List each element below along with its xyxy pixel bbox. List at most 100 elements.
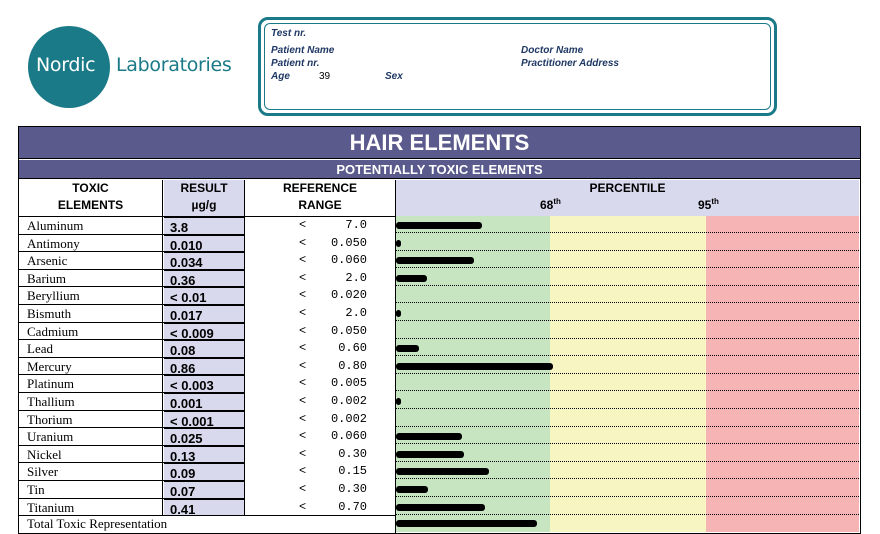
less-than-symbol: < [299, 218, 307, 232]
element-result: < 0.001 [164, 410, 244, 429]
element-result: 0.001 [164, 393, 244, 411]
less-than-symbol: < [299, 411, 307, 426]
element-name: Beryllium [27, 288, 80, 304]
element-name: Bismuth [27, 306, 72, 321]
less-than-symbol: < [299, 499, 307, 514]
element-reference: 0.050 [330, 235, 367, 250]
element-result: 0.010 [164, 234, 244, 253]
element-name: Thorium [27, 411, 73, 427]
table-row: Titanium 0.41 <0.70 [19, 498, 859, 517]
test-nr-label: Test nr. [271, 28, 307, 39]
table-row: Aluminum 3.8 <7.0 [19, 217, 859, 235]
element-result: 0.034 [164, 252, 244, 270]
table-row: Mercury 0.86 <0.80 [19, 357, 859, 376]
element-name: Cadmium [27, 323, 79, 339]
less-than-symbol: < [299, 270, 307, 285]
element-name: Thallium [27, 394, 75, 409]
element-name: Uranium [27, 429, 74, 445]
patient-nr-label: Patient nr. [271, 58, 320, 69]
percentile-95-label: 95th [698, 197, 719, 212]
element-name: Mercury [27, 358, 72, 374]
element-reference: 0.060 [330, 253, 367, 268]
table-row: Beryllium < 0.01 <0.020 [19, 287, 859, 305]
less-than-symbol: < [299, 394, 307, 408]
element-reference: 0.30 [338, 446, 367, 461]
element-result: 0.017 [164, 305, 244, 323]
element-reference: 0.005 [330, 376, 367, 391]
element-result: < 0.003 [164, 375, 244, 393]
element-reference: 0.70 [338, 499, 367, 514]
element-reference: 0.020 [330, 288, 367, 303]
table-row: Thallium 0.001 <0.002 [19, 393, 859, 411]
table-row: Arsenic 0.034 <0.060 [19, 252, 859, 270]
header-result: RESULT µg/g [164, 180, 244, 216]
element-name: Platinum [27, 376, 74, 392]
less-than-symbol: < [299, 376, 307, 391]
less-than-symbol: < [299, 446, 307, 461]
table-row: Antimony 0.010 <0.050 [19, 234, 859, 253]
element-name: Lead [27, 341, 53, 357]
element-name: Barium [27, 270, 66, 286]
less-than-symbol: < [299, 288, 307, 303]
percentile-bar [396, 486, 429, 493]
element-reference: 0.80 [338, 358, 367, 373]
total-row: Total Toxic Representation [19, 515, 859, 533]
element-result: 3.8 [164, 217, 244, 235]
header-percentile: PERCENTILE 68th 95th [396, 180, 859, 216]
element-reference: 7.0 [345, 218, 367, 232]
table-row: Silver 0.09 <0.15 [19, 463, 859, 481]
practitioner-address-label: Practitioner Address [521, 58, 619, 69]
less-than-symbol: < [299, 358, 307, 373]
element-result: 0.09 [164, 463, 244, 481]
percentile-bar [396, 345, 420, 353]
percentile-bar [396, 503, 486, 511]
patient-name-label: Patient Name [271, 45, 335, 56]
percentile-bar [396, 362, 554, 370]
element-reference: 0.60 [338, 341, 367, 356]
header-reference-range: REFERENCE RANGE [282, 181, 357, 212]
total-percentile-bar [396, 520, 538, 527]
less-than-symbol: < [299, 235, 307, 250]
element-result: 0.36 [164, 269, 244, 288]
percentile-68-label: 68th [540, 197, 561, 212]
percentile-bar [396, 274, 428, 282]
element-reference: 0.050 [330, 323, 367, 338]
age-label: Age [271, 71, 290, 82]
element-name: Antimony [27, 235, 80, 251]
less-than-symbol: < [299, 482, 307, 496]
element-name: Tin [27, 482, 45, 497]
table-row: Bismuth 0.017 <2.0 [19, 305, 859, 323]
report-title: HAIR ELEMENTS [19, 127, 860, 159]
percentile-bar [396, 450, 465, 458]
table-row: Lead 0.08 <0.60 [19, 340, 859, 358]
patient-info-box: Test nr. Patient Name Patient nr. Age 39… [258, 17, 777, 116]
doctor-name-label: Doctor Name [521, 45, 584, 56]
element-result: 0.08 [164, 340, 244, 358]
element-name: Silver [27, 464, 59, 480]
element-name: Aluminum [27, 218, 84, 233]
element-reference: 0.002 [330, 394, 367, 408]
age-value: 39 [319, 71, 331, 82]
less-than-symbol: < [299, 341, 307, 356]
percentile-bar [396, 257, 474, 265]
element-name: Titanium [27, 499, 75, 515]
element-name: Arsenic [27, 253, 68, 269]
total-label: Total Toxic Representation [27, 516, 168, 531]
element-reference: 0.30 [338, 482, 367, 496]
less-than-symbol: < [299, 429, 307, 444]
percentile-bar [396, 398, 401, 405]
less-than-symbol: < [299, 253, 307, 268]
element-result: 0.41 [164, 498, 244, 517]
percentile-bar [396, 239, 401, 247]
table-row: Uranium 0.025 <0.060 [19, 428, 859, 446]
percentile-bar [396, 433, 463, 441]
element-reference: 0.15 [338, 464, 367, 479]
table-row: Cadmium < 0.009 <0.050 [19, 322, 859, 341]
element-result: 0.07 [164, 481, 244, 499]
element-reference: 0.002 [330, 411, 367, 426]
table-row: Tin 0.07 <0.30 [19, 481, 859, 499]
table-row: Nickel 0.13 <0.30 [19, 445, 859, 464]
sex-label: Sex [385, 71, 403, 82]
percentile-bar [396, 222, 482, 229]
element-reference: 0.060 [330, 429, 367, 444]
